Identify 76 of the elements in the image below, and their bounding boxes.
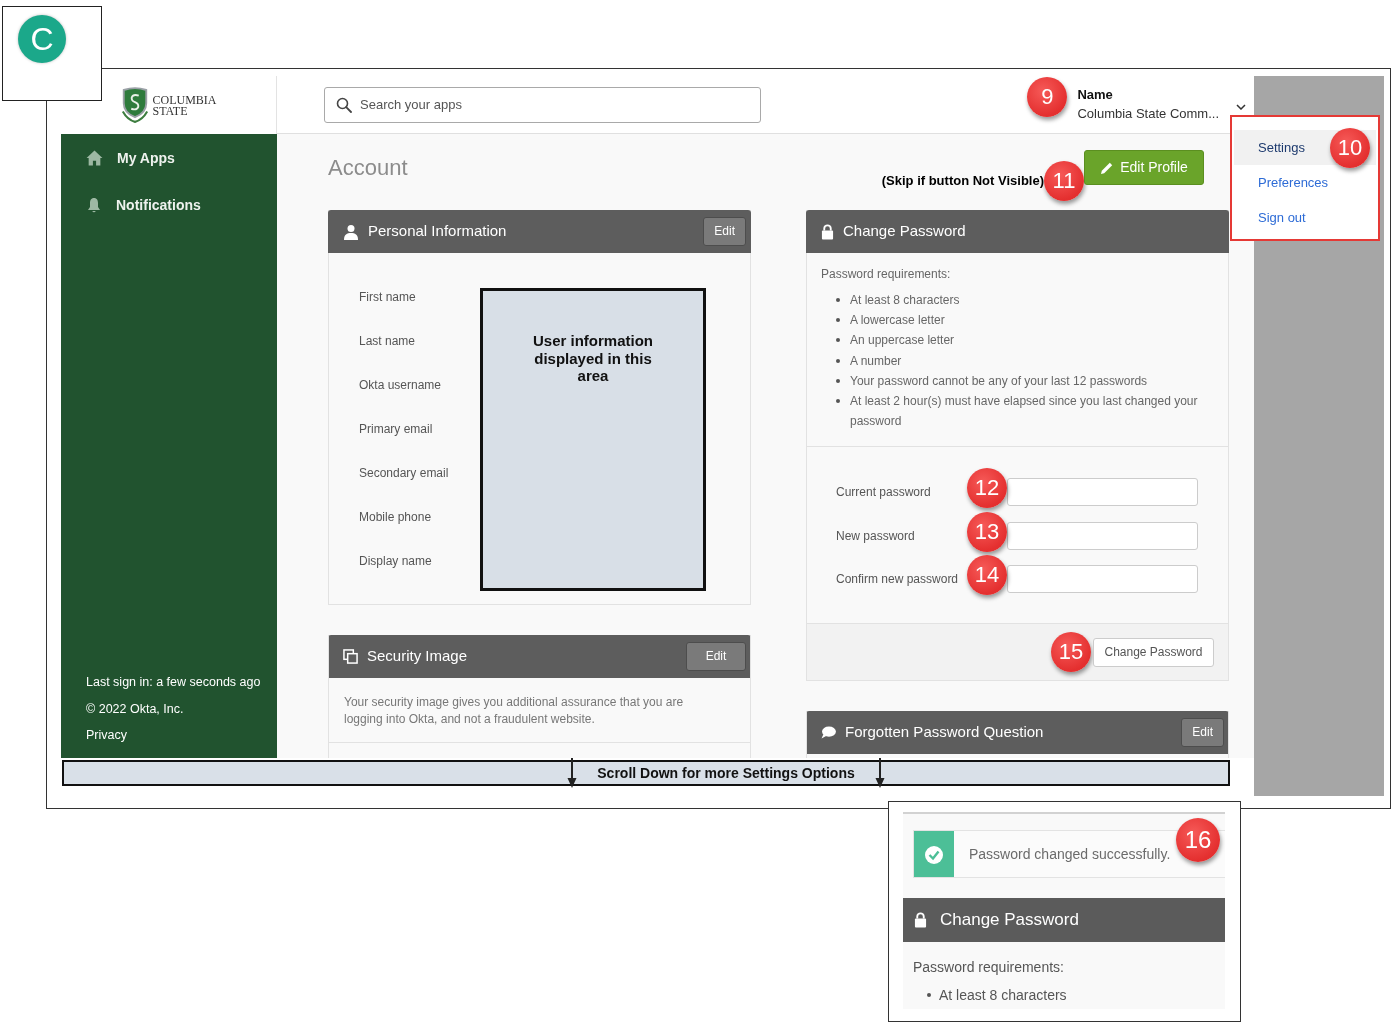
field-label: Secondary email [359, 465, 450, 482]
logo-text: COLUMBIA [152, 95, 217, 106]
edit-button[interactable]: Edit [686, 642, 746, 671]
step-callout: 11 [1044, 161, 1084, 201]
requirement-item: A lowercase letter [850, 312, 945, 330]
last-sign-in-text: Last sign in: a few seconds ago [86, 674, 261, 691]
step-callout: 9 [1027, 76, 1068, 117]
requirement-item: Your password cannot be any of your last 12 passwords [850, 372, 1148, 390]
field-label: Okta username [359, 377, 443, 394]
search-icon [336, 96, 352, 113]
lock-icon [914, 912, 927, 928]
step-callout: 12 [967, 468, 1007, 508]
organization-name: Columbia State Comm... [1077, 104, 1219, 123]
sidebar-item[interactable]: Notifications [86, 194, 201, 216]
bullet-icon [836, 378, 840, 383]
change-password-button[interactable]: Change Password [1093, 637, 1214, 667]
field-label: Mobile phone [359, 509, 433, 526]
chevron-down-icon[interactable] [1236, 103, 1246, 110]
password-field[interactable] [1007, 521, 1198, 550]
instruction-note: (Skip if button Not Visible) [881, 173, 1044, 189]
panel-title: Forgotten Password Question [845, 722, 1044, 743]
requirement-item: An uppercase letter [850, 332, 955, 350]
requirement-item: At least 8 characters [850, 292, 960, 309]
bell-icon [86, 196, 102, 214]
panel-title: Personal Information [368, 221, 507, 242]
requirements-heading: Password requirements: [821, 266, 952, 283]
logo-text: STATE [152, 106, 189, 117]
down-arrow-icon [874, 758, 885, 788]
user-name: Name [1077, 85, 1114, 104]
menu-item[interactable]: Preferences [1234, 165, 1376, 200]
requirement-item: A number [850, 352, 902, 370]
person-icon [343, 223, 359, 240]
section-marker: C [18, 15, 66, 63]
edit-button[interactable]: Edit [703, 217, 746, 246]
panel-title: Change Password [843, 221, 966, 242]
lock-icon [821, 223, 834, 240]
banner-text: Scroll Down for more Settings Options [597, 763, 855, 783]
home-icon [86, 150, 103, 166]
page-title: Account [328, 154, 408, 182]
speech-bubble-icon [821, 726, 836, 739]
field-label: Primary email [359, 421, 434, 438]
requirements-heading: Password requirements: [912, 958, 1065, 977]
bullet-icon [836, 338, 840, 343]
menu-item[interactable]: Sign out [1234, 200, 1376, 235]
edit-profile-button[interactable]: Edit Profile [1084, 150, 1204, 185]
field-label: Current password [836, 484, 932, 501]
bullet-icon [927, 993, 931, 997]
panel-description: Your security image gives you additional assurance that you are logging into Okta, and not a fraudulent website. [329, 678, 750, 743]
requirement-item: At least 2 hour(s) must have elapsed since you last changed your password [850, 393, 1199, 431]
alert-message: Password changed successfully. [969, 844, 1171, 864]
pencil-icon [1100, 160, 1115, 175]
panel-title: Change Password [940, 909, 1079, 932]
step-callout: 15 [1051, 632, 1091, 672]
down-arrow-icon [567, 758, 578, 788]
privacy-link[interactable]: Privacy [86, 726, 127, 744]
bullet-icon [836, 399, 840, 403]
bullet-icon [836, 298, 840, 302]
field-label: First name [359, 289, 417, 306]
field-label: Last name [359, 333, 417, 350]
bullet-icon [836, 318, 840, 323]
copyright-text: © 2022 Okta, Inc. [86, 700, 184, 718]
field-label: Display name [359, 553, 433, 570]
step-callout: 13 [967, 511, 1007, 552]
requirement-item: At least 8 characters [939, 986, 1067, 1005]
bullet-icon [836, 358, 840, 363]
redaction-note: User information displayed in this area [532, 332, 654, 385]
field-label: Confirm new password [836, 571, 960, 588]
overlapping-squares-icon [343, 649, 358, 664]
shield-logo-icon [120, 86, 151, 124]
sidebar-item[interactable]: My Apps [86, 147, 175, 169]
password-field[interactable] [1007, 565, 1198, 593]
edit-button[interactable]: Edit [1181, 718, 1224, 747]
password-field[interactable] [1007, 478, 1198, 506]
field-label: New password [836, 527, 916, 545]
step-callout: 14 [967, 555, 1007, 595]
panel-title: Security Image [367, 646, 468, 667]
